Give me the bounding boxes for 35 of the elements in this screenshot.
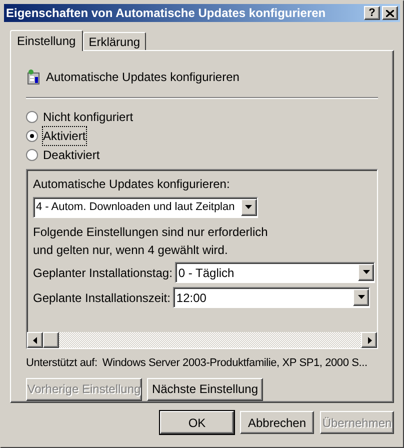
help-button[interactable]: ? [364,6,380,20]
dropdown-button[interactable] [240,199,257,216]
dialog-button[interactable]: OK [160,411,234,434]
dialog-button[interactable]: Nächste Einstellung [147,378,263,400]
scroll-right-button[interactable] [361,332,377,348]
left-arrow-icon [30,336,40,344]
field-label: Geplanter Installationstag: [33,264,172,282]
close-button[interactable] [382,6,398,20]
dropdown[interactable]: 0 - Täglich [175,262,375,283]
settings-label: Automatische Updates konfigurieren: [33,176,231,193]
policy-title: Automatische Updates konfigurieren [46,69,240,86]
note-text: und gelten nur, wenn 4 gewählt wird. [33,242,229,258]
tab[interactable]: Einstellung [10,30,83,51]
supported-label: Unterstützt auf: [26,356,98,371]
scrollbar-thumb[interactable] [43,332,59,348]
radio-button[interactable] [26,149,38,161]
radio-button[interactable] [26,111,38,123]
radio-option[interactable]: Nicht konfiguriert [26,109,378,125]
radio-option[interactable]: Deaktiviert [26,147,378,163]
dialog-button[interactable]: Abbrechen [240,411,314,434]
dropdown[interactable]: 12:00 [173,287,370,308]
radio-option[interactable]: Aktiviert [26,128,378,144]
dropdown-button[interactable] [358,264,374,281]
tab[interactable]: Erklärung [82,32,146,50]
dropdown[interactable]: 4 - Autom. Downloaden und laut Zeitplan [33,197,258,218]
dropdown-button[interactable] [353,289,369,306]
policy-icon [26,69,42,85]
window-title: Eigenschaften von Automatische Updates konfigurieren [6,5,327,22]
supported-text: Windows Server 2003-Produktfamilie, XP SP1, 2000 S... [102,356,368,371]
close-icon [386,10,394,16]
horizontal-scrollbar[interactable] [27,332,377,348]
field-label: Geplante Installationszeit: [33,290,170,306]
scroll-left-button[interactable] [27,332,43,348]
radio-button[interactable] [26,130,38,142]
note-text: Folgende Einstellungen sind nur erforderlich [33,224,269,240]
